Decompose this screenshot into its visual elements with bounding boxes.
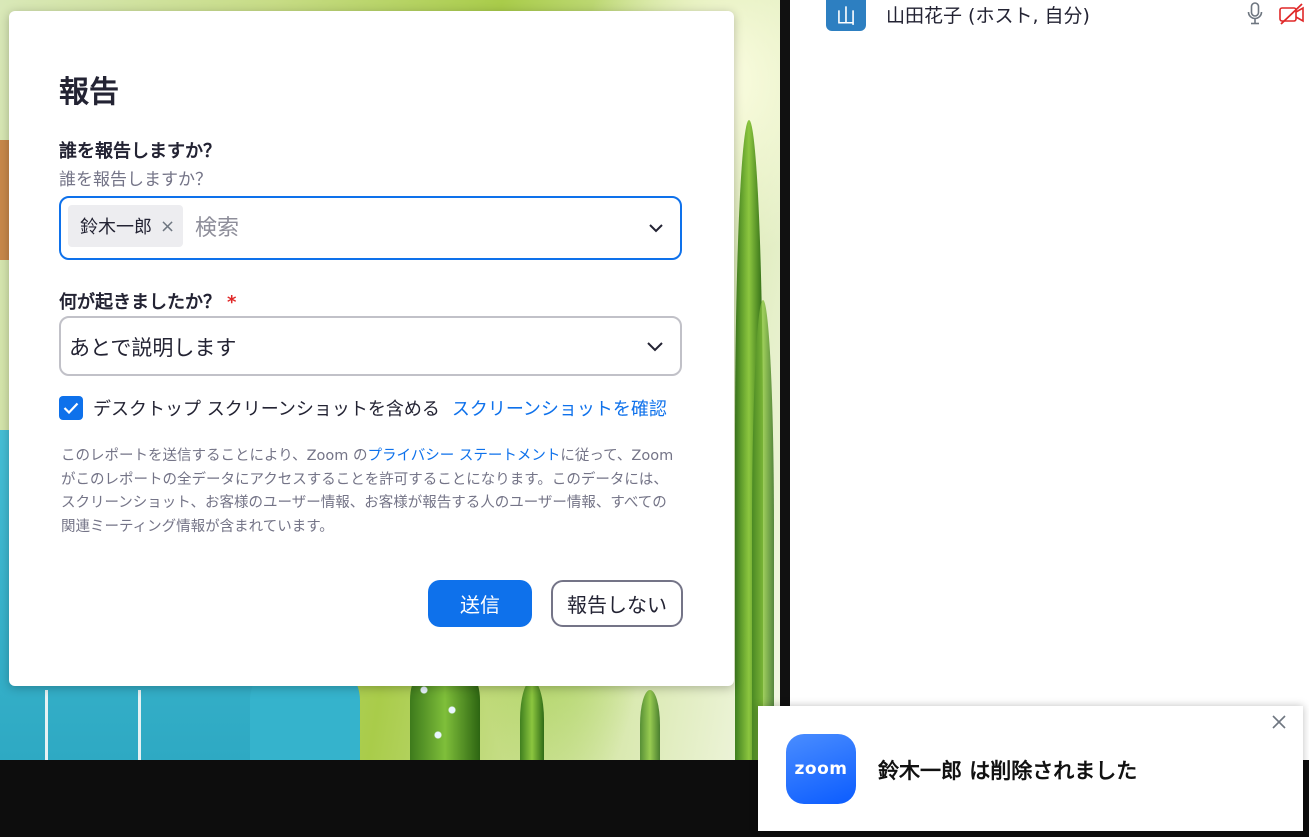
disclaimer-part: このレポートを送信することにより、Zoom の bbox=[61, 448, 368, 464]
participants-panel: 山 山田花子 (ホスト, 自分) bbox=[790, 0, 1309, 760]
disclaimer-text: このレポートを送信することにより、Zoom のプライバシー ステートメントに従っ… bbox=[61, 445, 681, 539]
close-icon[interactable] bbox=[1271, 714, 1287, 734]
dialog-title: 報告 bbox=[59, 75, 119, 110]
zoom-logo: zoom bbox=[786, 734, 856, 804]
grass-blade bbox=[640, 690, 660, 760]
chip-label: 鈴木一郎 bbox=[80, 217, 152, 238]
removal-notification: zoom 鈴木一郎 は削除されました bbox=[758, 706, 1303, 831]
privacy-statement-link[interactable]: プライバシー ステートメント bbox=[368, 448, 561, 464]
what-select-value: あとで説明します bbox=[69, 336, 237, 360]
chevron-down-icon[interactable] bbox=[648, 218, 664, 237]
grass-blade bbox=[520, 680, 544, 760]
what-select[interactable]: あとで説明します bbox=[59, 316, 682, 376]
include-screenshot-label[interactable]: デスクトップ スクリーンショットを含める bbox=[93, 395, 440, 421]
include-screenshot-row: デスクトップ スクリーンショットを含める スクリーンショットを確認 bbox=[59, 394, 667, 422]
search-input[interactable] bbox=[195, 208, 615, 248]
participant-row[interactable]: 山 山田花子 (ホスト, 自分) bbox=[826, 0, 1309, 34]
who-select[interactable]: 鈴木一郎 × bbox=[59, 196, 682, 260]
who-sublabel: 誰を報告しますか？ bbox=[59, 170, 212, 190]
notification-message: 鈴木一郎 は削除されました bbox=[878, 759, 1138, 783]
hoodie-string bbox=[138, 690, 141, 760]
view-screenshot-link[interactable]: スクリーンショットを確認 bbox=[452, 395, 667, 421]
who-label: 誰を報告しますか？ bbox=[59, 141, 221, 162]
video-off-icon[interactable] bbox=[1279, 3, 1305, 29]
panel-divider[interactable] bbox=[780, 0, 790, 760]
chevron-down-icon[interactable] bbox=[646, 337, 664, 356]
what-label-text: 何が起きましたか？ bbox=[59, 292, 221, 313]
grass-blade bbox=[752, 300, 774, 760]
include-screenshot-checkbox[interactable] bbox=[59, 396, 83, 420]
send-button[interactable]: 送信 bbox=[428, 580, 532, 627]
dont-report-button[interactable]: 報告しない bbox=[551, 580, 683, 627]
selected-user-chip: 鈴木一郎 × bbox=[68, 205, 184, 247]
hoodie-string bbox=[45, 690, 48, 760]
what-label: 何が起きましたか？ * bbox=[59, 288, 236, 314]
remove-chip-icon[interactable]: × bbox=[160, 216, 175, 237]
participant-name: 山田花子 (ホスト, 自分) bbox=[886, 4, 1090, 27]
avatar: 山 bbox=[826, 0, 866, 31]
report-dialog: 報告 誰を報告しますか？ 誰を報告しますか？ 鈴木一郎 × 何が起きましたか？ *… bbox=[9, 11, 734, 686]
required-mark: * bbox=[227, 292, 237, 313]
microphone-icon[interactable] bbox=[1247, 2, 1263, 30]
